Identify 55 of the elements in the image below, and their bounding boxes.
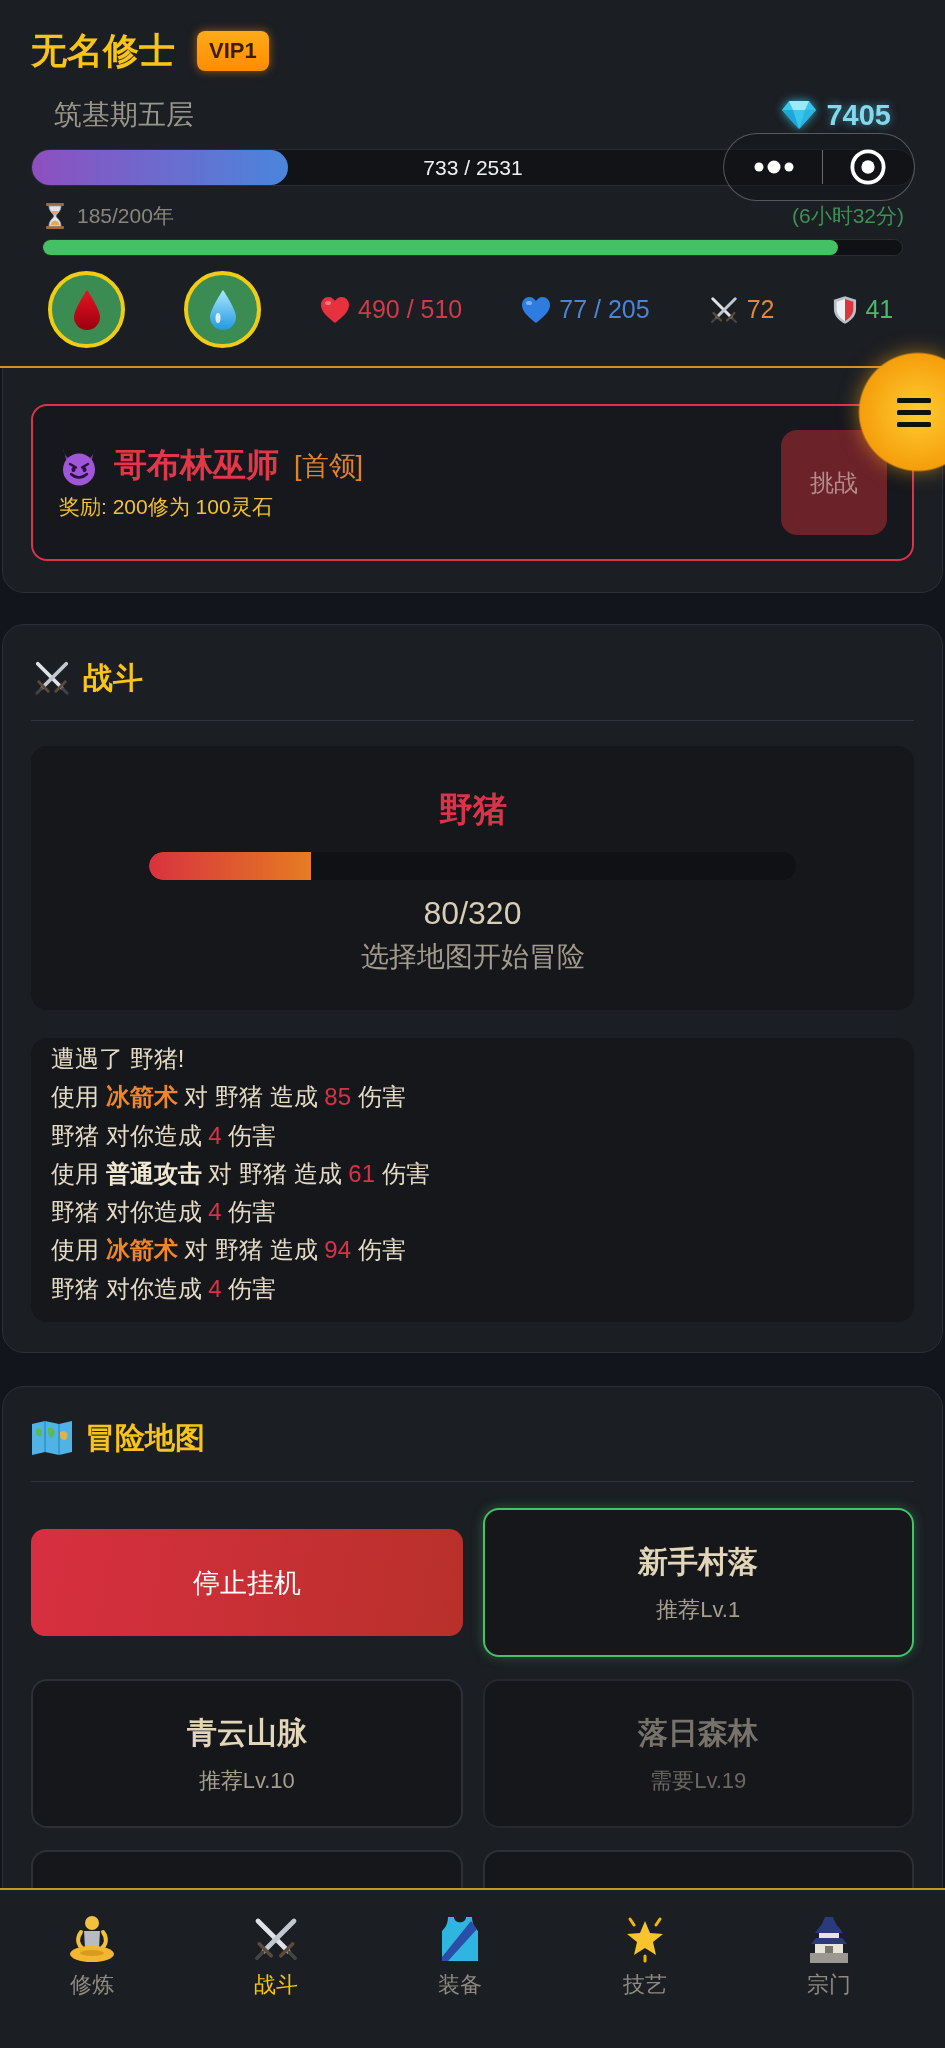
enemy-health-text: 80/320: [423, 894, 522, 932]
crossed-swords-icon: [708, 294, 739, 325]
log-line: 使用 普通攻击 对 野猪 造成 61 伤害: [51, 1158, 431, 1189]
map-card[interactable]: 落日森林 需要Lv.19: [482, 1679, 914, 1829]
meditating-person-icon: [68, 1915, 117, 1963]
boss-tag: [首领]: [294, 447, 363, 484]
log-line: 野猪 对你造成 4 伤害: [51, 1120, 278, 1151]
section-title: 战斗: [83, 659, 143, 696]
nav-tab[interactable]: 宗门: [804, 1915, 853, 1999]
log-line: 野猪 对你造成 4 伤害: [51, 1197, 278, 1228]
map-card[interactable]: 青云山脉 推荐Lv.10: [31, 1679, 463, 1829]
nav-tab[interactable]: 战斗: [252, 1915, 301, 1999]
enemy-name: 野猪: [438, 789, 507, 830]
vip-badge: VIP1: [197, 31, 269, 71]
floating-menu-button[interactable]: [858, 352, 945, 472]
heart-icon: [320, 295, 350, 324]
map-card[interactable]: 新手村落 推荐Lv.1: [482, 1508, 914, 1658]
stat-value: 490 / 510: [358, 295, 463, 324]
water-drop-icon: [208, 289, 237, 330]
map-level-text: 推荐Lv.10: [198, 1766, 295, 1795]
stop-idle-button[interactable]: 停止挂机: [31, 1529, 463, 1637]
section-title: 冒险地图: [85, 1419, 205, 1456]
lifespan-text: 185/200年: [77, 203, 174, 229]
crossed-swords-icon: [33, 659, 71, 697]
nav-tab[interactable]: 技艺: [620, 1915, 669, 1999]
nav-tab[interactable]: 修炼: [68, 1915, 117, 1999]
map-name: 新手村落: [638, 1543, 759, 1580]
nav-tab[interactable]: 装备: [436, 1915, 485, 1999]
reward-text: 奖励: 200修为 100灵石: [59, 493, 274, 520]
hourglass-icon: [45, 203, 65, 229]
stat-value: 77 / 205: [559, 295, 650, 324]
spirit-stone-count: 7405: [826, 98, 891, 132]
heart-icon: [521, 295, 552, 324]
map-name: 青云山脉: [186, 1714, 307, 1751]
target-circle-icon[interactable]: [850, 149, 886, 185]
log-line: 使用 冰箭术 对 野猪 造成 85 伤害: [51, 1082, 407, 1113]
folded-map-icon: [31, 1420, 73, 1457]
blood-drop-icon: [72, 289, 101, 330]
log-line: 野猪 对你造成 4 伤害: [51, 1273, 278, 1304]
stat-value: 72: [746, 295, 775, 324]
status-text: 选择地图开始冒险: [360, 940, 585, 974]
more-dots-icon[interactable]: [754, 160, 794, 174]
boss-name: 哥布林巫师: [114, 445, 279, 485]
diamond-icon: [781, 100, 818, 130]
cultivation-text: 733 / 2531: [423, 155, 523, 180]
log-line: 使用 冰箭术 对 野猪 造成 94 伤害: [51, 1235, 407, 1266]
map-name: 落日森林: [638, 1714, 759, 1751]
stat-value: 41: [865, 295, 894, 324]
player-name: 无名修士: [31, 30, 175, 72]
log-line: 遭遇了 野猪!: [51, 1044, 186, 1074]
map-level-text: 需要Lv.19: [650, 1766, 747, 1795]
realm-text: 筑基期五层: [54, 98, 194, 132]
remaining-time-text: (6小时32分): [791, 203, 904, 229]
map-level-text: 推荐Lv.1: [656, 1595, 741, 1624]
shield-icon: [833, 294, 858, 325]
